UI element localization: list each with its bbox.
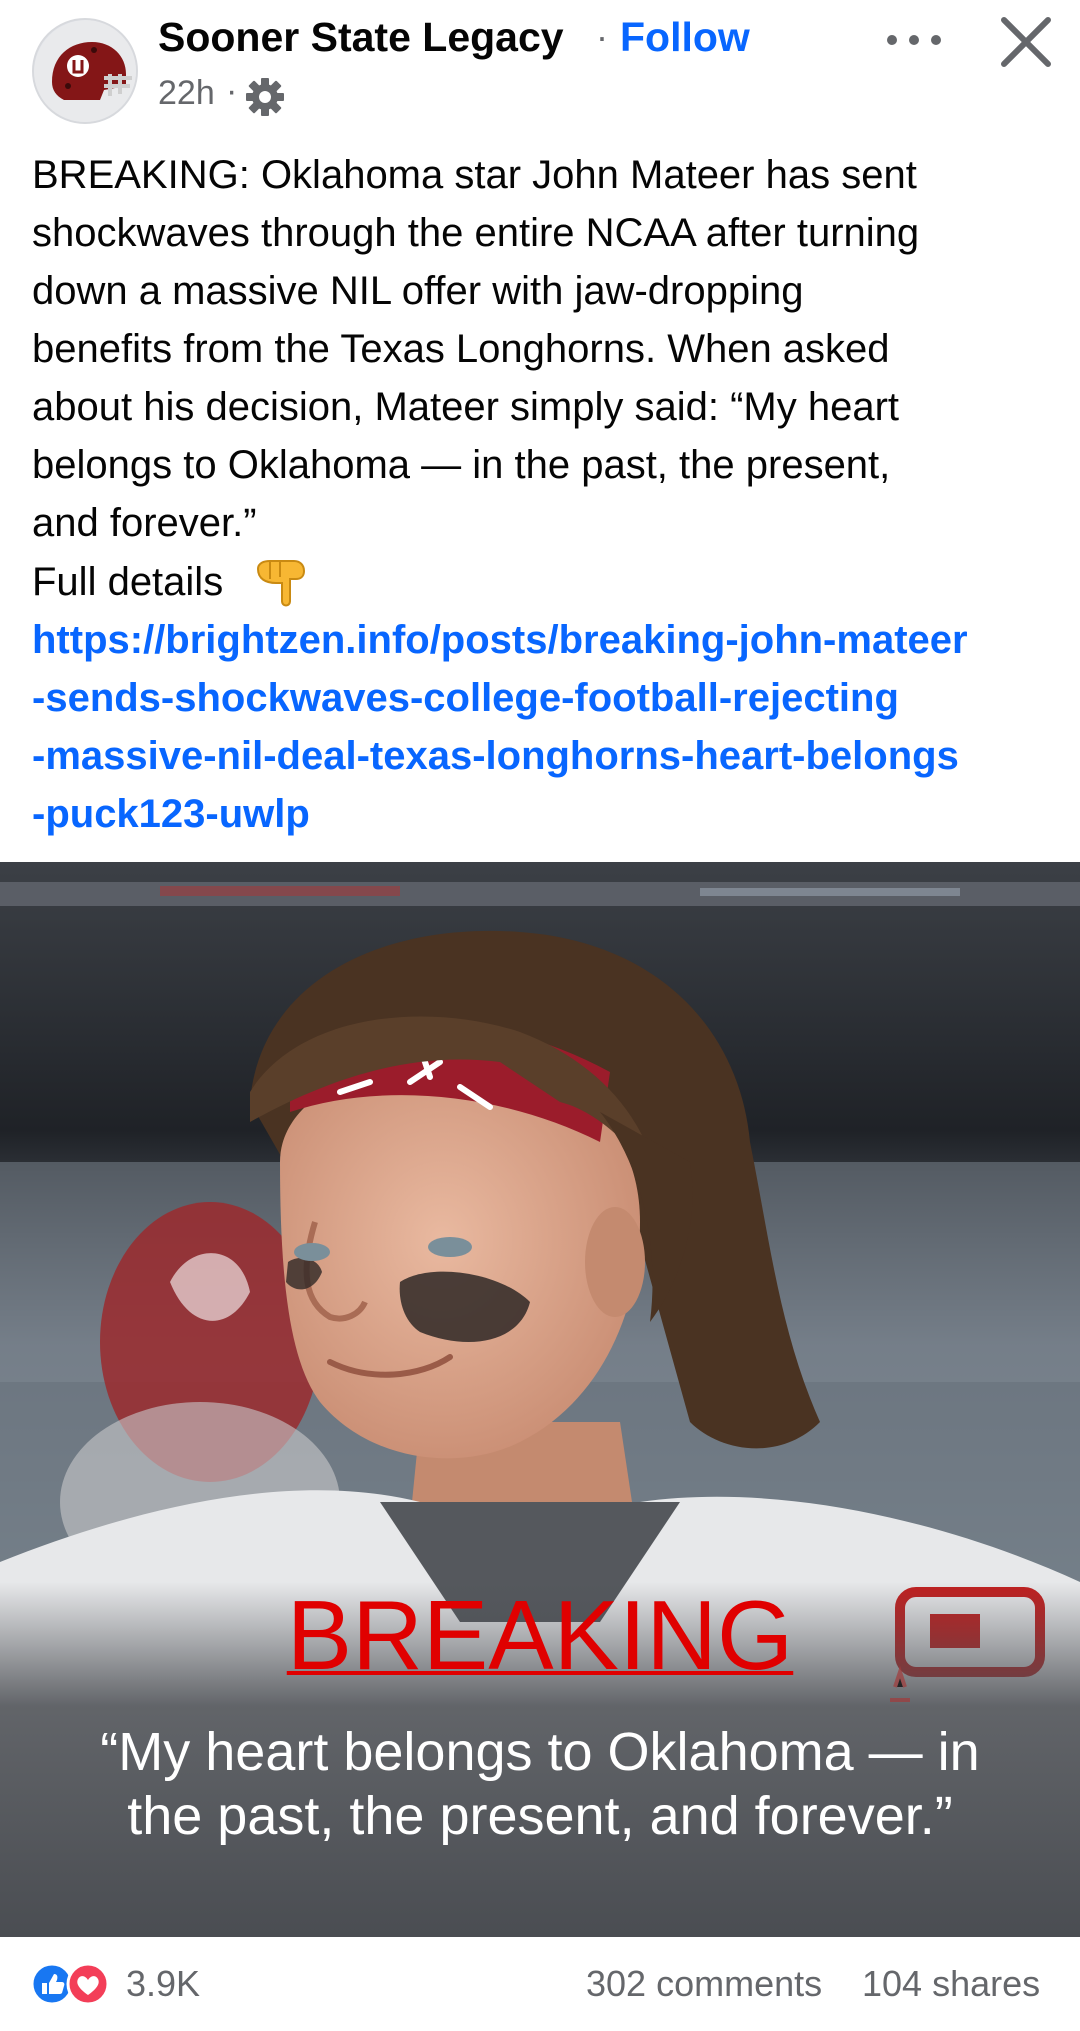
helmet-logo	[34, 20, 136, 122]
reaction-count[interactable]: 3.9K	[126, 1963, 200, 2005]
breaking-overlay-title: BREAKING	[286, 1580, 794, 1690]
quote-overlay: “My heart belongs to Oklahoma — in the p…	[60, 1720, 1020, 1848]
post-timestamp[interactable]: 22h	[158, 74, 215, 113]
gear-icon[interactable]	[244, 76, 286, 118]
page-name[interactable]: Sooner State Legacy	[158, 14, 564, 61]
article-link-line[interactable]: -massive-nil-deal-texas-longhorns-heart-…	[32, 727, 1077, 785]
full-details-label: Full details	[32, 560, 224, 604]
name-separator: ·	[596, 16, 608, 57]
love-icon	[66, 1962, 110, 2006]
post-text-line: benefits from the Texas Longhorns. When …	[32, 327, 890, 371]
post-header: Sooner State Legacy · Follow 22h ·	[0, 0, 1080, 140]
follow-button[interactable]: Follow	[620, 14, 750, 61]
pointing-down-hand-icon	[256, 560, 306, 607]
quote-line: “My heart belongs to Oklahoma — in	[100, 1722, 980, 1782]
time-separator: ·	[226, 72, 238, 110]
post-text-line: about his decision, Mateer simply said: …	[32, 385, 900, 429]
post-text-line: down a massive NIL offer with jaw-droppi…	[32, 269, 804, 313]
article-link[interactable]: https://brightzen.info/posts/breaking-jo…	[32, 611, 1077, 843]
quote-line: the past, the present, and forever.”	[127, 1786, 953, 1846]
comment-count[interactable]: 302 comments	[586, 1963, 822, 2005]
like-icon	[30, 1962, 74, 2006]
engagement-bar: 3.9K 302 comments 104 shares	[0, 1937, 1080, 2031]
page-avatar[interactable]	[32, 18, 138, 124]
close-icon[interactable]	[996, 12, 1056, 72]
article-link-line[interactable]: -sends-shockwaves-college-football-rejec…	[32, 669, 1077, 727]
article-link-line[interactable]: -puck123-uwlp	[32, 785, 1077, 843]
more-dots-icon[interactable]	[878, 18, 950, 62]
post-text-line: belongs to Oklahoma — in the past, the p…	[32, 443, 891, 487]
post-body: BREAKING: Oklahoma star John Mateer has …	[32, 146, 1062, 552]
reactions-summary[interactable]	[30, 1959, 120, 2009]
post-text-line: and forever.”	[32, 501, 257, 545]
article-link-line[interactable]: https://brightzen.info/posts/breaking-jo…	[32, 611, 1077, 669]
post-text-line: shockwaves through the entire NCAA after…	[32, 211, 920, 255]
share-count[interactable]: 104 shares	[862, 1963, 1040, 2005]
post-text-line: BREAKING: Oklahoma star John Mateer has …	[32, 153, 917, 197]
